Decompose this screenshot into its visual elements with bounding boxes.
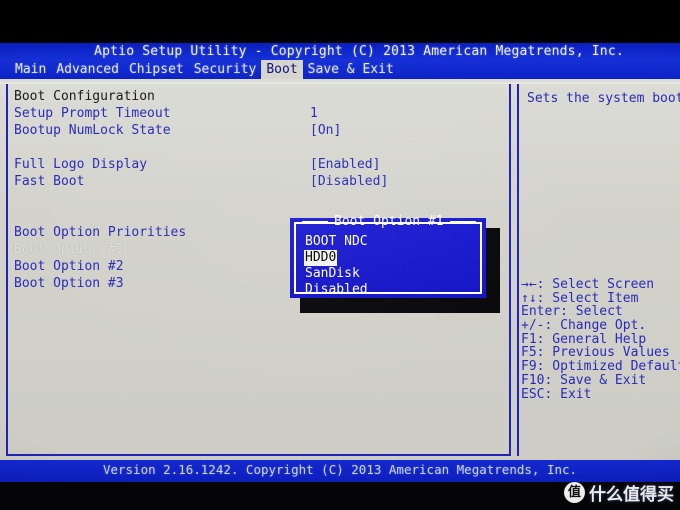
bios-screen: Aptio Setup Utility - Copyright (C) 2013… [0,0,680,510]
menu-tab-main[interactable]: Main [10,60,51,79]
dialog-option-disabled[interactable]: Disabled [304,282,369,298]
key-hint: F5: Previous Values [521,345,670,361]
menu-tab-chipset[interactable]: Chipset [124,60,189,79]
key-hint: F10: Save & Exit [521,372,647,388]
setting-label: Boot Option Priorities [14,225,187,240]
menu-tab-security[interactable]: Security [189,60,262,79]
key-hint: →←: Select Screen [521,277,655,292]
dialog-option-hdd0[interactable]: HDD0 [304,250,338,266]
menu-tab-boot[interactable]: Boot [261,60,303,79]
setting-row-fast-boot[interactable]: Fast Boot [Disabled] [14,173,504,190]
key-hint: +/-: Change Opt. [521,318,647,334]
setting-row-setup-prompt-timeout[interactable]: Setup Prompt Timeout 1 [14,105,504,122]
dialog-option-row[interactable]: SanDisk [304,266,369,282]
key-legend: →←: Select Screen ↑↓: Select Item Enter: S… [521,278,680,401]
setting-value[interactable]: [On] [310,122,341,139]
setting-label: Setup Prompt Timeout [14,106,171,121]
key-hint: ↑↓: Select Item [521,290,639,306]
boot-option-dialog[interactable]: Boot Option #1 BOOT NDC HDD0 SanDisk Disabl… [290,215,486,298]
menu-bar: Main Advanced Chipset Security Boot Save & Ex… [0,60,680,79]
key-hint: Enter: Select [521,304,623,320]
watermark-badge-icon: 值 [564,481,585,503]
help-description: Sets the system boot order [527,91,680,106]
dialog-inner-border: Boot Option #1 BOOT NDC HDD0 SanDisk Disabl… [294,215,482,297]
key-hint: F1: General Help [521,331,647,347]
setting-label: Boot Option #3 [14,276,124,291]
setting-value[interactable]: [Enabled] [310,156,380,173]
setting-row-full-logo-display[interactable]: Full Logo Display [Enabled] [14,156,504,173]
key-hint: ESC: Exit [521,386,592,402]
version-text: Version 2.16.1242. Copyright (C) 2013 Am… [102,462,578,477]
setting-label: Boot Option #1 [14,242,124,257]
menu-tab-advanced[interactable]: Advanced [51,60,124,79]
dialog-option-row[interactable]: BOOT NDC [304,234,369,250]
settings-spacer [14,190,504,207]
setting-label: Fast Boot [14,174,85,189]
setting-value[interactable]: 1 [310,105,318,122]
utility-title: Aptio Setup Utility - Copyright (C) 2013… [94,44,624,59]
dialog-title: Boot Option #1 [296,215,480,229]
dialog-title-rule-left [302,220,328,223]
settings-spacer [14,139,504,156]
menu-tab-save-exit[interactable]: Save & Exit [303,60,399,79]
key-hint: F9: Optimized Defaults [521,359,680,375]
watermark: 值 什么值得买 [564,478,674,506]
setting-label: Full Logo Display [14,157,148,172]
setting-label: Boot Configuration [14,89,155,104]
dialog-option-row[interactable]: HDD0 [304,250,369,266]
setting-label: Boot Option #2 [14,259,124,274]
dialog-option-row[interactable]: Disabled [304,282,369,298]
setting-row-boot-configuration: Boot Configuration [14,88,504,105]
setting-row-bootup-numlock-state[interactable]: Bootup NumLock State [On] [14,122,504,139]
setting-value[interactable]: [Disabled] [310,173,388,190]
watermark-text: 什么值得买 [589,484,674,505]
dialog-title-rule-right [449,220,476,223]
dialog-option-sandisk[interactable]: SanDisk [304,266,369,282]
dialog-title-text: Boot Option #1 [334,214,444,229]
dialog-option-list[interactable]: BOOT NDC HDD0 SanDisk Disabled [304,234,369,298]
setting-label: Bootup NumLock State [14,123,171,138]
dialog-option-boot-ndc[interactable]: BOOT NDC [304,234,369,250]
